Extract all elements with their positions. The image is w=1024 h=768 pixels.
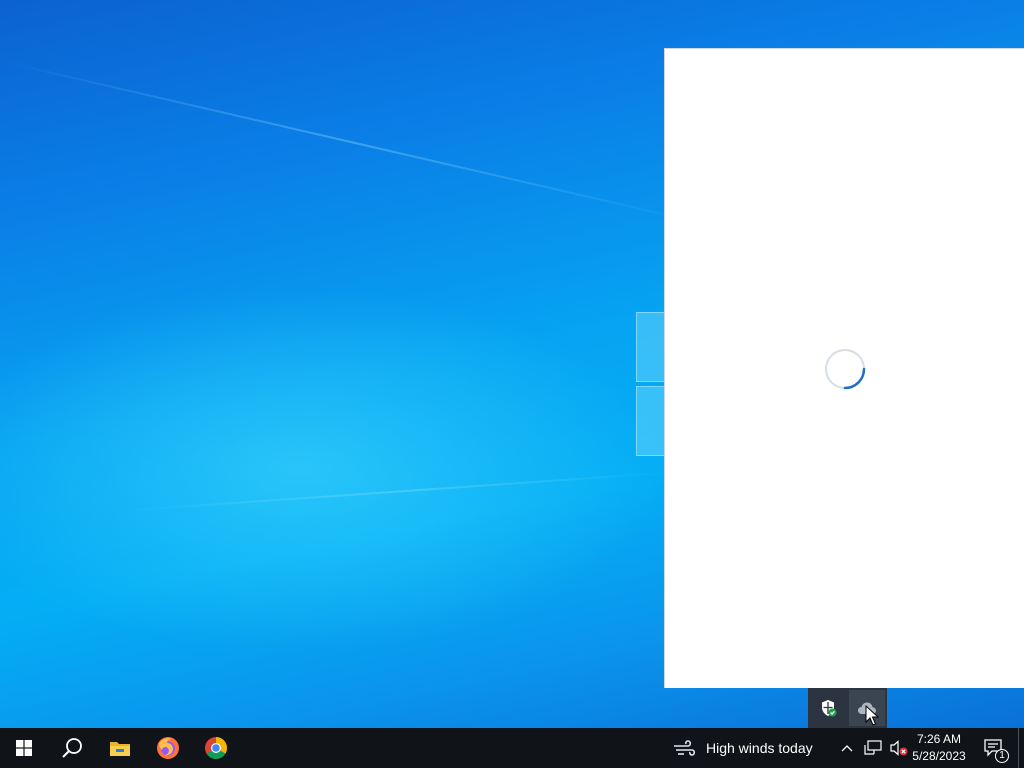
file-explorer-icon [110, 742, 130, 756]
weather-text: High winds today [706, 740, 813, 756]
search-icon [62, 738, 82, 758]
loading-spinner-icon [825, 349, 866, 390]
taskbar: High winds today 7:26 AM 5/28/2023 1 [0, 728, 1024, 768]
windows-security-tray-button[interactable] [810, 690, 846, 726]
clock-button[interactable]: 7:26 AM 5/28/2023 [906, 728, 972, 768]
windows-security-shield-icon [821, 700, 837, 717]
onedrive-flyout-panel[interactable] [664, 48, 1024, 688]
firefox-button[interactable] [144, 728, 192, 768]
show-desktop-button[interactable] [1018, 728, 1024, 768]
chevron-up-icon [841, 745, 853, 752]
chrome-button[interactable] [192, 728, 240, 768]
mouse-cursor-icon [865, 705, 879, 726]
clock-date: 5/28/2023 [912, 749, 966, 763]
search-button[interactable] [48, 728, 96, 768]
network-icon [864, 740, 882, 755]
weather-widget[interactable]: High winds today [672, 728, 813, 768]
notification-count-badge: 1 [995, 749, 1009, 763]
wallpaper-light-beam [0, 60, 702, 224]
chrome-icon [205, 737, 227, 759]
clock-time: 7:26 AM [916, 732, 962, 746]
wallpaper-light-beam [119, 470, 679, 512]
file-explorer-button[interactable] [96, 728, 144, 768]
wind-icon [674, 740, 696, 756]
show-hidden-icons-button[interactable] [836, 728, 858, 768]
system-tray [836, 728, 910, 768]
start-button[interactable] [0, 728, 48, 768]
network-button[interactable] [862, 728, 884, 768]
firefox-icon [157, 737, 179, 759]
windows-logo-icon [16, 740, 32, 756]
action-center-button[interactable]: 1 [978, 728, 1010, 768]
